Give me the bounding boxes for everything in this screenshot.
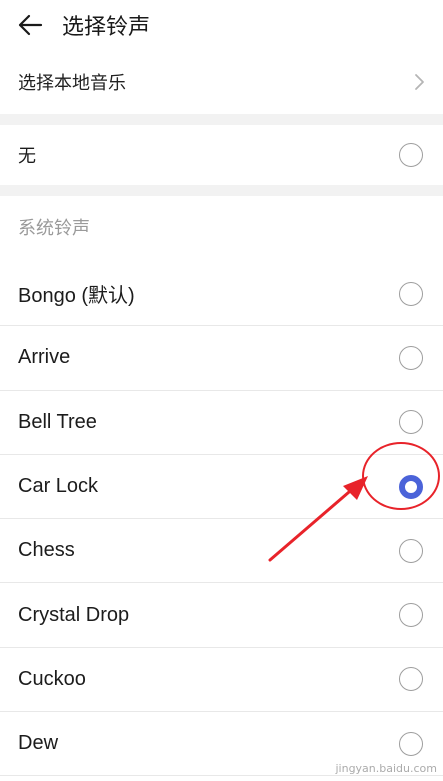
ringtone-item[interactable]: Bell Tree [0, 390, 443, 455]
ringtone-radio[interactable] [399, 410, 423, 435]
ringtone-radio[interactable] [399, 345, 423, 370]
ringtone-label: Crystal Drop [18, 603, 130, 626]
ringtone-radio[interactable] [399, 731, 423, 756]
ringtone-item[interactable]: Arrive [0, 326, 443, 391]
ringtone-label: Bell Tree [18, 410, 97, 433]
select-local-music-row[interactable]: 选择本地音乐 [0, 50, 443, 114]
arrow-left-icon [18, 14, 43, 36]
ringtone-list: Bongo (默认) Arrive Bell Tree Car Lock Che… [0, 262, 443, 777]
ringtone-label: Car Lock [18, 475, 99, 498]
ringtone-item[interactable]: Chess [0, 519, 443, 584]
ringtone-none-radio[interactable] [399, 143, 423, 167]
select-local-music-label: 选择本地音乐 [18, 73, 126, 94]
ringtone-radio-selected[interactable] [399, 474, 423, 499]
ringtone-label: Cuckoo [18, 667, 86, 690]
ringtone-label: Chess [18, 539, 75, 562]
system-ringtones-section: 系统铃声 Bongo (默认) Arrive Bell Tree Car Loc… [0, 196, 443, 781]
ringtone-item[interactable]: Cuckoo [0, 647, 443, 713]
ringtone-label: Arrive [18, 346, 71, 369]
ringtone-none-row[interactable]: 无 [0, 125, 443, 185]
ringtone-item[interactable]: Bongo (默认) [0, 262, 443, 327]
app-header: 选择铃声 [0, 0, 443, 50]
watermark: jingyan.baidu.com [335, 762, 437, 775]
ringtone-label: Bongo (默认) [18, 285, 135, 308]
ringtone-radio[interactable] [399, 281, 423, 306]
page-title: 选择铃声 [62, 15, 151, 40]
ringtone-radio[interactable] [399, 667, 423, 692]
ringtone-item[interactable]: Crystal Drop [0, 583, 443, 648]
back-button[interactable] [8, 3, 52, 47]
ringtone-item[interactable]: Car Lock [0, 454, 443, 520]
ringtone-radio[interactable] [399, 538, 423, 563]
ringtone-none-label: 无 [18, 146, 36, 167]
chevron-right-icon [415, 74, 424, 90]
section-title: 系统铃声 [18, 218, 90, 239]
ringtone-label: Dew [18, 732, 59, 755]
ringtone-radio[interactable] [399, 603, 423, 628]
